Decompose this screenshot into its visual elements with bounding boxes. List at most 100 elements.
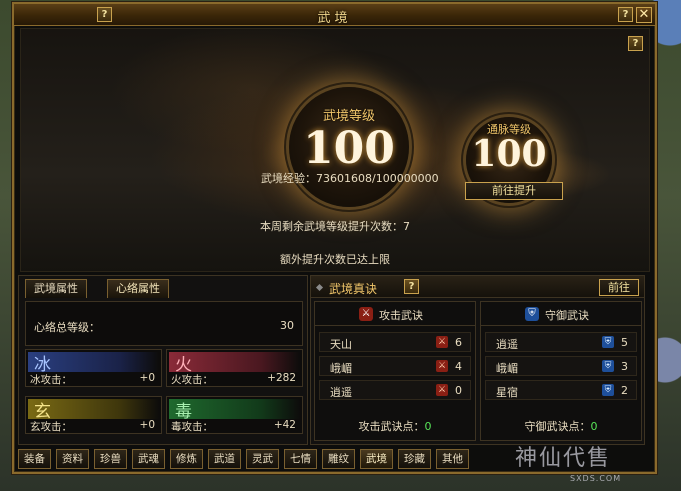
window-title: 武境 [317, 11, 352, 26]
defense-points: 守御武诀点：0 [481, 418, 641, 434]
defense-row-value: 2 [621, 384, 628, 397]
xinluo-total-value: 30 [280, 319, 294, 332]
level-display-area: ? 武境等级 100 通脉等级 100 武境经验：73601608/100000… [20, 28, 650, 272]
ice-attack-row: 冰攻击： +0 [30, 372, 157, 386]
tongmai-level-value: 100 [471, 133, 547, 175]
xuan-attack-label: 玄攻击： [30, 421, 72, 433]
defense-column: ⛨ 守御武诀 逍遥 ⛨ 5 峨嵋 ⛨ 3 星宿 ⛨ 2 守御武诀点：0 [480, 301, 642, 441]
tab-xinluo-attributes[interactable]: 心络属性 [107, 279, 169, 298]
xuan-attack-row: 玄攻击： +0 [30, 419, 157, 433]
attack-header: ⚔ 攻击武诀 [315, 302, 475, 326]
xinluo-total-label: 心络总等级： [34, 321, 100, 334]
zhenjue-title: 武境真诀 [329, 282, 378, 296]
defense-row-xiaoyao[interactable]: 逍遥 ⛨ 5 [485, 332, 637, 352]
defense-points-label: 守御武诀点： [524, 420, 591, 433]
watermark-url: SXDS.COM [570, 474, 622, 483]
goto-upgrade-button[interactable]: 前往提升 [465, 182, 563, 200]
poison-attack-row: 毒攻击： +42 [171, 419, 298, 433]
xuan-banner: 玄 [28, 399, 159, 422]
wujing-level-label: 武境等级 [322, 109, 375, 124]
tab-pets[interactable]: 珍兽 [94, 449, 127, 469]
defense-header: ⛨ 守御武诀 [481, 302, 641, 326]
defense-row-value: 5 [621, 336, 628, 349]
xinluo-panel: 武境属性 心络属性 心络总等级： 30 冰 冰攻击： +0 火 火攻击： +28… [18, 275, 308, 445]
tab-cultivate[interactable]: 修炼 [170, 449, 203, 469]
attack-points-value: 0 [424, 420, 432, 433]
xuan-attack-card: 玄 玄攻击： +0 [25, 396, 162, 434]
ice-banner: 冰 [28, 352, 159, 375]
wujing-level-medal: 武境等级 100 [289, 87, 409, 207]
tab-other[interactable]: 其他 [436, 449, 469, 469]
defense-row-emei[interactable]: 峨嵋 ⛨ 3 [485, 356, 637, 376]
attack-sword-icon: ⚔ [436, 360, 448, 372]
fire-attack-row: 火攻击： +282 [171, 372, 298, 386]
defense-row-xingxiu[interactable]: 星宿 ⛨ 2 [485, 380, 637, 400]
tab-collection[interactable]: 珍藏 [398, 449, 431, 469]
zhenjue-header: 武境真诀 ? 前往 [311, 276, 644, 298]
defense-shield-icon: ⛨ [602, 336, 614, 348]
ice-attack-card: 冰 冰攻击： +0 [25, 349, 162, 387]
tab-profile[interactable]: 资料 [56, 449, 89, 469]
weekly-remaining-text: 本周剩余武境等级提升次数：7 [260, 220, 410, 233]
zhenjue-help-button[interactable]: ? [404, 279, 419, 294]
defense-points-value: 0 [590, 420, 598, 433]
poison-attack-value: +42 [273, 419, 296, 431]
title-bar[interactable]: ? 武境 ? ✕ [14, 4, 655, 26]
attack-row-xiaoyao[interactable]: 逍遥 ⚔ 0 [319, 380, 471, 400]
attack-row-value: 0 [455, 384, 462, 397]
attack-row-name: 逍遥 [330, 386, 352, 399]
defense-shield-icon: ⛨ [602, 360, 614, 372]
defense-row-name: 逍遥 [496, 338, 518, 351]
close-button[interactable]: ✕ [636, 7, 652, 23]
attack-points-label: 攻击武诀点： [358, 420, 425, 433]
bullet-icon [315, 283, 324, 292]
xuan-attack-value: +0 [139, 419, 155, 431]
attack-sword-icon: ⚔ [436, 336, 448, 348]
defense-row-name: 峨嵋 [496, 362, 518, 375]
tab-wuhun[interactable]: 武魂 [132, 449, 165, 469]
attack-sword-icon: ⚔ [436, 384, 448, 396]
attack-row-name: 天山 [330, 338, 352, 351]
fire-banner: 火 [169, 352, 300, 375]
xinluo-total-box: 心络总等级： 30 [25, 301, 303, 346]
tab-wujing[interactable]: 武境 [360, 449, 393, 469]
attack-row-tianshan[interactable]: 天山 ⚔ 6 [319, 332, 471, 352]
tab-lingwu[interactable]: 灵武 [246, 449, 279, 469]
defense-row-value: 3 [621, 360, 628, 373]
attack-row-value: 6 [455, 336, 462, 349]
ice-attack-value: +0 [139, 372, 155, 384]
defense-row-name: 星宿 [496, 386, 518, 399]
watermark-text: 神仙代售 [515, 446, 612, 471]
zhenjue-goto-button[interactable]: 前往 [599, 279, 639, 296]
tab-equipment[interactable]: 装备 [18, 449, 51, 469]
defense-title: 守御武诀 [545, 309, 589, 322]
poison-banner: 毒 [169, 399, 300, 422]
tab-diaowen[interactable]: 雕纹 [322, 449, 355, 469]
attack-title: 攻击武诀 [379, 309, 423, 322]
attack-column: ⚔ 攻击武诀 天山 ⚔ 6 峨嵋 ⚔ 4 逍遥 ⚔ 0 攻击武诀点：0 [314, 301, 476, 441]
ice-attack-label: 冰攻击： [30, 374, 72, 386]
tab-wudao[interactable]: 武道 [208, 449, 241, 469]
attack-row-value: 4 [455, 360, 462, 373]
wujing-exp: 武境经验：73601608/100000000 [261, 170, 439, 186]
wujing-zhenjue-panel: 武境真诀 ? 前往 ⚔ 攻击武诀 天山 ⚔ 6 峨嵋 ⚔ 4 逍遥 ⚔ 0 攻击… [310, 275, 645, 445]
fire-attack-card: 火 火攻击： +282 [166, 349, 303, 387]
defense-shield-icon: ⛨ [602, 384, 614, 396]
defense-shield-icon: ⛨ [525, 307, 539, 321]
help-button-right[interactable]: ? [618, 7, 633, 22]
attack-points: 攻击武诀点：0 [315, 418, 475, 434]
fire-attack-label: 火攻击： [171, 374, 213, 386]
poison-attack-card: 毒 毒攻击： +42 [166, 396, 303, 434]
tab-wujing-attributes[interactable]: 武境属性 [25, 279, 87, 298]
poison-attack-label: 毒攻击： [171, 421, 213, 433]
exp-label: 武境经验： [261, 172, 316, 185]
fire-attack-value: +282 [267, 372, 296, 384]
exp-value: 73601608/100000000 [316, 172, 439, 185]
attack-row-name: 峨嵋 [330, 362, 352, 375]
tab-qiqing[interactable]: 七情 [284, 449, 317, 469]
attack-sword-icon: ⚔ [359, 307, 373, 321]
wujing-level-value: 100 [303, 123, 395, 174]
hero-help-button[interactable]: ? [628, 36, 643, 51]
extra-limit-text: 额外提升次数已达上限 [280, 253, 390, 266]
attack-row-emei[interactable]: 峨嵋 ⚔ 4 [319, 356, 471, 376]
